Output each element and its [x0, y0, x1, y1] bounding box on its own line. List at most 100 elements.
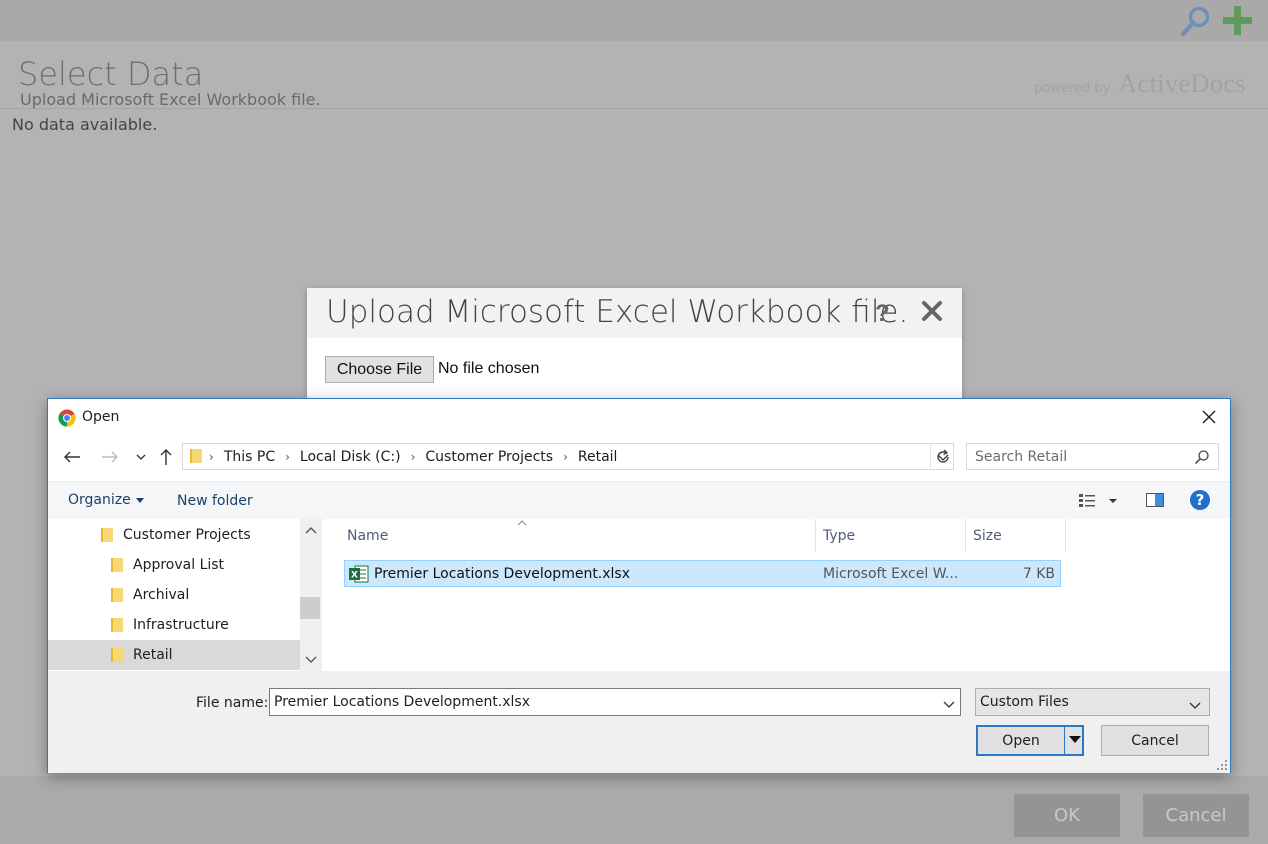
- file-row[interactable]: X Premier Locations Development.xlsx Mic…: [344, 560, 1061, 587]
- breadcrumb-chevron-icon[interactable]: ›: [411, 450, 416, 464]
- navigation-scrollbar[interactable]: [300, 519, 321, 671]
- brand-logo: ActiveDocs: [1118, 69, 1246, 98]
- tree-item-archival[interactable]: Archival: [48, 580, 300, 610]
- tree-item-label: Infrastructure: [133, 617, 229, 633]
- column-header-label: Size: [973, 528, 1002, 544]
- column-header-label: Name: [347, 528, 389, 544]
- scrollbar-thumb[interactable]: [300, 597, 320, 619]
- chevron-down-icon[interactable]: [943, 697, 955, 713]
- search-input[interactable]: [967, 444, 1187, 469]
- folder-icon: [110, 647, 124, 667]
- folder-icon: [100, 527, 114, 547]
- powered-by-logo: powered by ActiveDocs: [1034, 69, 1246, 99]
- excel-file-icon: X: [348, 564, 370, 588]
- upload-modal-title: Upload Microsoft Excel Workbook file.: [326, 294, 909, 330]
- plus-icon[interactable]: [1220, 3, 1256, 39]
- recent-locations-chevron-icon[interactable]: [131, 447, 151, 467]
- help-icon[interactable]: ?: [875, 300, 890, 328]
- refresh-icon[interactable]: [930, 443, 954, 470]
- dialog-title: Open: [82, 409, 120, 425]
- dialog-close-icon[interactable]: [1200, 408, 1218, 426]
- chevron-down-icon: [1189, 698, 1201, 714]
- navigation-pane: Customer Projects Approval List Archival…: [48, 519, 322, 671]
- dialog-bottom-panel: File name: Premier Locations Development…: [48, 671, 1230, 773]
- folder-icon: [110, 557, 124, 577]
- caret-down-icon: [135, 497, 144, 503]
- split-divider: [1064, 727, 1065, 754]
- page-title: Select Data: [18, 55, 204, 93]
- new-folder-button[interactable]: New folder: [177, 493, 253, 509]
- chrome-icon: [58, 409, 76, 427]
- svg-text:X: X: [351, 571, 358, 581]
- footer-cancel-button[interactable]: Cancel: [1143, 794, 1249, 837]
- dialog-titlebar: Open: [48, 399, 1230, 437]
- view-options-icon[interactable]: [1077, 490, 1123, 514]
- folder-icon: [110, 587, 124, 607]
- scroll-up-icon[interactable]: [305, 525, 317, 535]
- tree-item-label: Approval List: [133, 557, 225, 573]
- tree-item-customer-projects[interactable]: Customer Projects: [48, 520, 300, 550]
- file-size: 7 KB: [1022, 566, 1055, 582]
- help-circle-icon[interactable]: ?: [1189, 489, 1211, 515]
- tree-item-label: Archival: [133, 587, 190, 603]
- open-options-caret-icon[interactable]: [1069, 736, 1081, 744]
- organize-label: Organize: [68, 492, 131, 508]
- breadcrumb: › This PC › Local Disk (C:) › Customer P…: [209, 449, 617, 465]
- search-box: [966, 443, 1219, 470]
- no-file-chosen-label: No file chosen: [438, 360, 540, 377]
- breadcrumb-customer-projects[interactable]: Customer Projects: [425, 449, 553, 465]
- search-icon[interactable]: [1178, 3, 1214, 39]
- tree-item-retail[interactable]: Retail: [48, 640, 300, 670]
- powered-by-text: powered by: [1034, 81, 1111, 96]
- file-type: Microsoft Excel W...: [823, 566, 959, 582]
- upload-modal: Upload Microsoft Excel Workbook file. ? …: [307, 288, 962, 408]
- open-button[interactable]: Open: [976, 725, 1084, 756]
- tree-item-approval-list[interactable]: Approval List: [48, 550, 300, 580]
- tree-item-label: Customer Projects: [123, 527, 251, 543]
- cancel-button[interactable]: Cancel: [1101, 725, 1209, 756]
- breadcrumb-this-pc[interactable]: This PC: [224, 449, 275, 465]
- file-name-value: Premier Locations Development.xlsx: [274, 694, 531, 710]
- back-arrow-icon[interactable]: [62, 447, 82, 467]
- page-header: Select Data Upload Microsoft Excel Workb…: [0, 41, 1268, 109]
- open-file-dialog: Open › This PC › Local Disk (C:) › Custo…: [47, 398, 1231, 773]
- breadcrumb-retail[interactable]: Retail: [578, 449, 618, 465]
- file-name: Premier Locations Development.xlsx: [374, 566, 631, 582]
- file-name-input[interactable]: Premier Locations Development.xlsx: [269, 688, 961, 716]
- file-type-select[interactable]: Custom Files: [975, 688, 1210, 716]
- ok-button[interactable]: OK: [1014, 794, 1120, 837]
- scroll-down-icon[interactable]: [305, 655, 317, 665]
- no-data-message: No data available.: [12, 115, 158, 134]
- tree-item-infrastructure[interactable]: Infrastructure: [48, 610, 300, 640]
- forward-arrow-icon[interactable]: [100, 447, 120, 467]
- svg-text:?: ?: [1196, 491, 1205, 509]
- column-header-name[interactable]: Name: [340, 519, 816, 552]
- navigation-row: › This PC › Local Disk (C:) › Customer P…: [48, 441, 1230, 473]
- folder-icon: [110, 617, 124, 637]
- page-subtitle: Upload Microsoft Excel Workbook file.: [20, 90, 321, 109]
- breadcrumb-chevron-icon[interactable]: ›: [209, 450, 214, 464]
- upload-modal-header: Upload Microsoft Excel Workbook file. ?: [307, 288, 962, 338]
- organize-menu[interactable]: Organize: [68, 492, 144, 508]
- folder-icon: [189, 448, 203, 468]
- column-header-label: Type: [823, 528, 856, 544]
- breadcrumb-local-disk[interactable]: Local Disk (C:): [300, 449, 401, 465]
- preview-pane-icon[interactable]: [1145, 490, 1165, 514]
- breadcrumb-chevron-icon[interactable]: ›: [285, 450, 290, 464]
- dialog-toolbar: Organize New folder ?: [48, 481, 1230, 519]
- file-type-value: Custom Files: [980, 694, 1069, 710]
- tree-item-label: Retail: [133, 647, 173, 663]
- column-header-type[interactable]: Type: [816, 519, 966, 552]
- close-icon[interactable]: [919, 298, 945, 324]
- magnifier-icon[interactable]: [1194, 449, 1210, 469]
- breadcrumb-chevron-icon[interactable]: ›: [563, 450, 568, 464]
- top-bar: [0, 0, 1268, 41]
- choose-file-button[interactable]: Choose File: [325, 356, 434, 383]
- resize-grip-icon[interactable]: [1216, 759, 1228, 771]
- open-button-label: Open: [1002, 733, 1040, 749]
- file-list: Name Type Size X Premier Locations Devel…: [322, 519, 1230, 671]
- column-header-size[interactable]: Size: [966, 519, 1066, 552]
- address-bar[interactable]: › This PC › Local Disk (C:) › Customer P…: [182, 443, 954, 470]
- footer-bar: OK Cancel: [0, 776, 1268, 844]
- up-arrow-icon[interactable]: [156, 447, 176, 467]
